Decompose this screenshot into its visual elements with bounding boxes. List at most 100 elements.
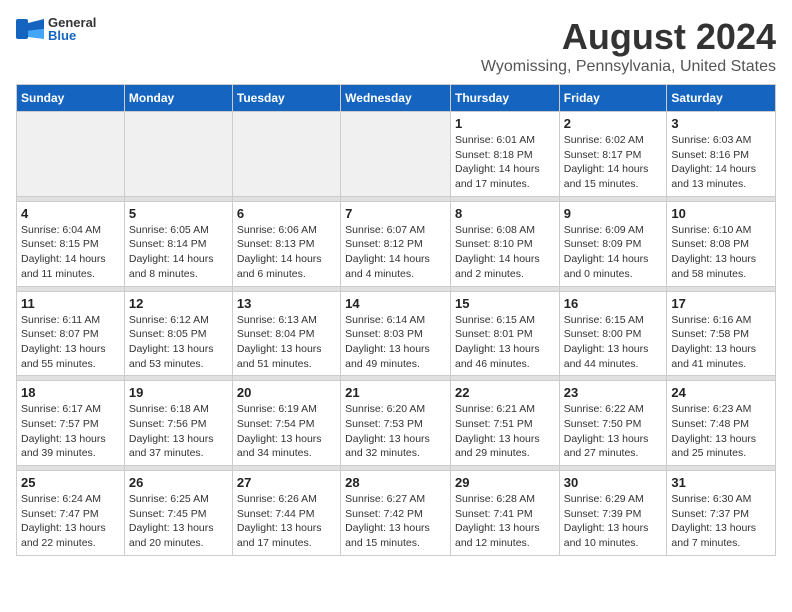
day-number: 4 — [21, 206, 120, 221]
day-info: Sunrise: 6:15 AM Sunset: 8:00 PM Dayligh… — [564, 313, 663, 372]
month-title: August 2024 — [481, 16, 776, 58]
day-number: 9 — [564, 206, 663, 221]
day-number: 1 — [455, 116, 555, 131]
day-number: 16 — [564, 296, 663, 311]
calendar-cell: 29 Sunrise: 6:28 AM Sunset: 7:41 PM Dayli… — [450, 471, 559, 556]
calendar-cell: 8Sunrise: 6:08 AM Sunset: 8:10 PM Daylig… — [450, 201, 559, 286]
calendar-cell: 17 Sunrise: 6:16 AM Sunset: 7:58 PM Dayli… — [667, 291, 776, 376]
day-info: Sunrise: 6:22 AM Sunset: 7:50 PM Dayligh… — [564, 402, 663, 461]
calendar-cell — [341, 112, 451, 197]
day-info: Sunrise: 6:06 AM Sunset: 8:13 PM Dayligh… — [237, 223, 336, 282]
calendar-cell — [17, 112, 125, 197]
day-info: Sunrise: 6:16 AM Sunset: 7:58 PM Dayligh… — [671, 313, 771, 372]
calendar-cell: 5 Sunrise: 6:05 AM Sunset: 8:14 PM Daylig… — [124, 201, 232, 286]
day-number: 20 — [237, 385, 336, 400]
day-number: 12 — [129, 296, 228, 311]
logo-icon — [16, 19, 44, 39]
logo: General Blue — [16, 16, 96, 42]
calendar-header-friday: Friday — [559, 85, 667, 112]
day-info: Sunrise: 6:07 AM Sunset: 8:12 PM Dayligh… — [345, 223, 446, 282]
day-info: Sunrise: 6:18 AM Sunset: 7:56 PM Dayligh… — [129, 402, 228, 461]
logo-text-blue: Blue — [48, 29, 96, 42]
calendar-cell: 7Sunrise: 6:07 AM Sunset: 8:12 PM Daylig… — [341, 201, 451, 286]
day-info: Sunrise: 6:20 AM Sunset: 7:53 PM Dayligh… — [345, 402, 446, 461]
calendar-cell: 26Sunrise: 6:25 AM Sunset: 7:45 PM Dayli… — [124, 471, 232, 556]
day-number: 21 — [345, 385, 446, 400]
day-number: 25 — [21, 475, 120, 490]
calendar-week-row-1: 4 Sunrise: 6:04 AM Sunset: 8:15 PM Daylig… — [17, 201, 776, 286]
day-info: Sunrise: 6:17 AM Sunset: 7:57 PM Dayligh… — [21, 402, 120, 461]
day-number: 22 — [455, 385, 555, 400]
day-number: 29 — [455, 475, 555, 490]
day-info: Sunrise: 6:05 AM Sunset: 8:14 PM Dayligh… — [129, 223, 228, 282]
calendar-header-saturday: Saturday — [667, 85, 776, 112]
calendar-cell: 3 Sunrise: 6:03 AM Sunset: 8:16 PM Daylig… — [667, 112, 776, 197]
day-info: Sunrise: 6:14 AM Sunset: 8:03 PM Dayligh… — [345, 313, 446, 372]
day-info: Sunrise: 6:03 AM Sunset: 8:16 PM Dayligh… — [671, 133, 771, 192]
day-info: Sunrise: 6:27 AM Sunset: 7:42 PM Dayligh… — [345, 492, 446, 551]
day-info: Sunrise: 6:24 AM Sunset: 7:47 PM Dayligh… — [21, 492, 120, 551]
calendar-cell: 23 Sunrise: 6:22 AM Sunset: 7:50 PM Dayli… — [559, 381, 667, 466]
day-info: Sunrise: 6:12 AM Sunset: 8:05 PM Dayligh… — [129, 313, 228, 372]
day-number: 31 — [671, 475, 771, 490]
calendar-cell: 16 Sunrise: 6:15 AM Sunset: 8:00 PM Dayli… — [559, 291, 667, 376]
day-number: 18 — [21, 385, 120, 400]
day-number: 13 — [237, 296, 336, 311]
day-number: 10 — [671, 206, 771, 221]
day-number: 8 — [455, 206, 555, 221]
calendar-header-tuesday: Tuesday — [232, 85, 340, 112]
calendar-cell: 11Sunrise: 6:11 AM Sunset: 8:07 PM Dayli… — [17, 291, 125, 376]
calendar-cell: 27Sunrise: 6:26 AM Sunset: 7:44 PM Dayli… — [232, 471, 340, 556]
day-info: Sunrise: 6:09 AM Sunset: 8:09 PM Dayligh… — [564, 223, 663, 282]
calendar-table: SundayMondayTuesdayWednesdayThursdayFrid… — [16, 84, 776, 556]
calendar-header-wednesday: Wednesday — [341, 85, 451, 112]
day-number: 24 — [671, 385, 771, 400]
calendar-cell: 12 Sunrise: 6:12 AM Sunset: 8:05 PM Dayli… — [124, 291, 232, 376]
day-info: Sunrise: 6:19 AM Sunset: 7:54 PM Dayligh… — [237, 402, 336, 461]
day-number: 11 — [21, 296, 120, 311]
calendar-cell: 18 Sunrise: 6:17 AM Sunset: 7:57 PM Dayli… — [17, 381, 125, 466]
day-info: Sunrise: 6:04 AM Sunset: 8:15 PM Dayligh… — [21, 223, 120, 282]
day-info: Sunrise: 6:23 AM Sunset: 7:48 PM Dayligh… — [671, 402, 771, 461]
calendar-cell: 14 Sunrise: 6:14 AM Sunset: 8:03 PM Dayli… — [341, 291, 451, 376]
calendar-header-monday: Monday — [124, 85, 232, 112]
calendar-cell: 21 Sunrise: 6:20 AM Sunset: 7:53 PM Dayli… — [341, 381, 451, 466]
day-info: Sunrise: 6:01 AM Sunset: 8:18 PM Dayligh… — [455, 133, 555, 192]
calendar-week-row-2: 11Sunrise: 6:11 AM Sunset: 8:07 PM Dayli… — [17, 291, 776, 376]
calendar-cell: 25 Sunrise: 6:24 AM Sunset: 7:47 PM Dayli… — [17, 471, 125, 556]
day-info: Sunrise: 6:10 AM Sunset: 8:08 PM Dayligh… — [671, 223, 771, 282]
calendar-cell: 9 Sunrise: 6:09 AM Sunset: 8:09 PM Daylig… — [559, 201, 667, 286]
calendar-cell: 28Sunrise: 6:27 AM Sunset: 7:42 PM Dayli… — [341, 471, 451, 556]
calendar-cell: 10 Sunrise: 6:10 AM Sunset: 8:08 PM Dayli… — [667, 201, 776, 286]
day-number: 5 — [129, 206, 228, 221]
calendar-week-row-0: 1 Sunrise: 6:01 AM Sunset: 8:18 PM Daylig… — [17, 112, 776, 197]
day-number: 17 — [671, 296, 771, 311]
calendar-header-row: SundayMondayTuesdayWednesdayThursdayFrid… — [17, 85, 776, 112]
calendar-cell: 22Sunrise: 6:21 AM Sunset: 7:51 PM Dayli… — [450, 381, 559, 466]
day-info: Sunrise: 6:28 AM Sunset: 7:41 PM Dayligh… — [455, 492, 555, 551]
calendar-cell: 1 Sunrise: 6:01 AM Sunset: 8:18 PM Daylig… — [450, 112, 559, 197]
calendar-week-row-4: 25 Sunrise: 6:24 AM Sunset: 7:47 PM Dayli… — [17, 471, 776, 556]
page-header: General Blue August 2024 Wyomissing, Pen… — [16, 16, 776, 76]
day-info: Sunrise: 6:30 AM Sunset: 7:37 PM Dayligh… — [671, 492, 771, 551]
title-area: August 2024 Wyomissing, Pennsylvania, Un… — [481, 16, 776, 76]
day-number: 23 — [564, 385, 663, 400]
calendar-cell: 6Sunrise: 6:06 AM Sunset: 8:13 PM Daylig… — [232, 201, 340, 286]
calendar-header-sunday: Sunday — [17, 85, 125, 112]
day-number: 19 — [129, 385, 228, 400]
day-info: Sunrise: 6:13 AM Sunset: 8:04 PM Dayligh… — [237, 313, 336, 372]
day-number: 3 — [671, 116, 771, 131]
calendar-week-row-3: 18 Sunrise: 6:17 AM Sunset: 7:57 PM Dayli… — [17, 381, 776, 466]
calendar-cell: 31 Sunrise: 6:30 AM Sunset: 7:37 PM Dayli… — [667, 471, 776, 556]
day-info: Sunrise: 6:02 AM Sunset: 8:17 PM Dayligh… — [564, 133, 663, 192]
day-number: 14 — [345, 296, 446, 311]
location-title: Wyomissing, Pennsylvania, United States — [481, 58, 776, 76]
day-info: Sunrise: 6:25 AM Sunset: 7:45 PM Dayligh… — [129, 492, 228, 551]
calendar-cell: 13 Sunrise: 6:13 AM Sunset: 8:04 PM Dayli… — [232, 291, 340, 376]
calendar-cell: 2 Sunrise: 6:02 AM Sunset: 8:17 PM Daylig… — [559, 112, 667, 197]
calendar-header-thursday: Thursday — [450, 85, 559, 112]
calendar-cell — [124, 112, 232, 197]
calendar-cell: 19 Sunrise: 6:18 AM Sunset: 7:56 PM Dayli… — [124, 381, 232, 466]
day-number: 2 — [564, 116, 663, 131]
calendar-cell: 30Sunrise: 6:29 AM Sunset: 7:39 PM Dayli… — [559, 471, 667, 556]
